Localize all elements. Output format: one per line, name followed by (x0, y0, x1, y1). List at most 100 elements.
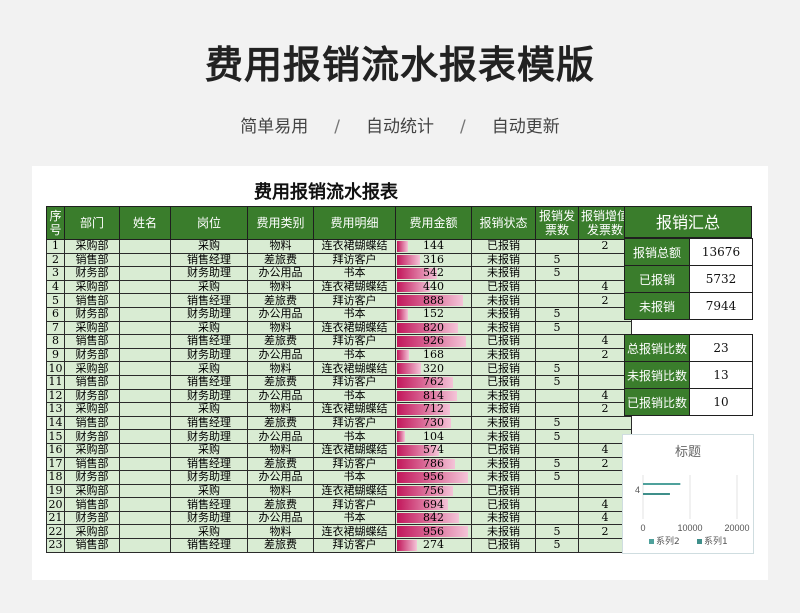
table-cell[interactable]: 11 (46, 374, 65, 390)
column-header[interactable]: 费用类别 (247, 206, 314, 240)
table-cell[interactable]: 采购 (170, 320, 248, 336)
table-cell[interactable]: 办公用品 (247, 266, 314, 281)
table-cell[interactable] (119, 306, 171, 322)
table-cell[interactable]: 5 (535, 524, 579, 540)
column-header[interactable]: 费用明细 (313, 206, 396, 240)
table-cell[interactable]: 19 (46, 483, 65, 499)
table-cell[interactable]: 拜访客户 (313, 497, 396, 512)
column-header[interactable]: 费用金额 (395, 206, 472, 240)
table-cell[interactable]: 财务部 (64, 347, 120, 363)
table-cell[interactable]: 物料 (247, 320, 314, 336)
table-cell[interactable]: 已报销 (471, 442, 536, 458)
table-cell[interactable]: 18 (46, 470, 65, 485)
table-cell[interactable]: 采购 (170, 442, 248, 458)
table-cell[interactable]: 已报销 (471, 483, 536, 499)
table-cell[interactable] (119, 374, 171, 390)
summary-value[interactable]: 7944 (689, 292, 753, 320)
table-cell[interactable]: 9 (46, 347, 65, 363)
table-cell[interactable]: 3 (46, 266, 65, 281)
table-cell[interactable]: 5 (535, 470, 579, 485)
table-cell[interactable] (119, 456, 171, 472)
table-cell[interactable]: 物料 (247, 361, 314, 376)
column-header[interactable]: 报销发票数 (535, 206, 579, 240)
table-cell[interactable] (119, 538, 171, 553)
table-cell[interactable]: 物料 (247, 483, 314, 499)
table-cell[interactable]: 16 (46, 442, 65, 458)
table-cell[interactable]: 14 (46, 415, 65, 431)
table-cell[interactable] (119, 429, 171, 444)
column-header[interactable]: 部门 (64, 206, 120, 240)
table-cell[interactable]: 未报销 (471, 524, 536, 540)
table-cell[interactable] (119, 266, 171, 281)
table-cell[interactable]: 23 (46, 538, 65, 553)
table-cell[interactable]: 销售部 (64, 456, 120, 472)
table-cell[interactable]: 采购部 (64, 483, 120, 499)
table-cell[interactable]: 5 (535, 266, 579, 281)
table-cell[interactable]: 17 (46, 456, 65, 472)
table-cell[interactable]: 销售部 (64, 252, 120, 268)
table-cell[interactable]: 未报销 (471, 347, 536, 363)
table-cell[interactable]: 销售经理 (170, 538, 248, 553)
table-cell[interactable]: 采购 (170, 402, 248, 417)
table-cell[interactable]: 5 (535, 429, 579, 444)
table-cell[interactable]: 连衣裙蝴蝶结 (313, 524, 396, 540)
table-cell[interactable]: 5 (535, 252, 579, 268)
table-cell[interactable]: 已报销 (471, 279, 536, 295)
table-cell[interactable]: 22 (46, 524, 65, 540)
table-cell[interactable]: 连衣裙蝴蝶结 (313, 279, 396, 295)
summary-chart[interactable]: 标题 0 10000 20000 4 系列2 系列1 (622, 434, 754, 554)
table-cell[interactable]: 未报销 (471, 456, 536, 472)
table-cell[interactable]: 5 (535, 361, 579, 376)
table-cell[interactable]: 4 (46, 279, 65, 295)
table-cell[interactable]: 未报销 (471, 402, 536, 417)
table-cell[interactable] (119, 510, 171, 526)
table-cell[interactable]: 办公用品 (247, 388, 314, 404)
column-header[interactable]: 报销状态 (471, 206, 536, 240)
table-cell[interactable]: 物料 (247, 239, 314, 254)
table-cell[interactable]: 财务助理 (170, 510, 248, 526)
table-cell[interactable]: 542 (395, 266, 472, 281)
table-cell[interactable]: 未报销 (471, 470, 536, 485)
table-cell[interactable]: 5 (535, 320, 579, 336)
table-cell[interactable] (119, 361, 171, 376)
chart-bar[interactable] (643, 483, 681, 485)
table-cell[interactable]: 财务助理 (170, 470, 248, 485)
table-cell[interactable]: 物料 (247, 524, 314, 540)
table-cell[interactable] (119, 252, 171, 268)
table-cell[interactable]: 未报销 (471, 388, 536, 404)
table-cell[interactable]: 5 (535, 415, 579, 431)
table-cell[interactable]: 财务部 (64, 266, 120, 281)
table-cell[interactable]: 5 (535, 374, 579, 390)
table-cell[interactable]: 926 (395, 334, 472, 349)
table-cell[interactable]: 1 (46, 239, 65, 254)
table-cell[interactable]: 连衣裙蝴蝶结 (313, 402, 396, 417)
table-cell[interactable]: 未报销 (471, 320, 536, 336)
table-cell[interactable]: 5 (535, 306, 579, 322)
table-cell[interactable]: 采购 (170, 239, 248, 254)
table-cell[interactable]: 5 (535, 538, 579, 553)
table-cell[interactable]: 6 (46, 306, 65, 322)
table-cell[interactable] (119, 279, 171, 295)
table-cell[interactable]: 7 (46, 320, 65, 336)
table-cell[interactable]: 办公用品 (247, 347, 314, 363)
table-cell[interactable]: 888 (395, 293, 472, 308)
table-cell[interactable] (578, 415, 632, 431)
table-cell[interactable]: 956 (395, 470, 472, 485)
table-cell[interactable]: 694 (395, 497, 472, 512)
table-cell[interactable]: 差旅费 (247, 293, 314, 308)
table-cell[interactable]: 拜访客户 (313, 374, 396, 390)
table-cell[interactable]: 144 (395, 239, 472, 254)
table-cell[interactable]: 物料 (247, 402, 314, 417)
table-cell[interactable]: 办公用品 (247, 510, 314, 526)
table-cell[interactable]: 152 (395, 306, 472, 322)
table-cell[interactable]: 13 (46, 402, 65, 417)
table-cell[interactable]: 未报销 (471, 510, 536, 526)
table-cell[interactable] (535, 402, 579, 417)
table-cell[interactable] (119, 483, 171, 499)
table-cell[interactable]: 已报销 (471, 538, 536, 553)
table-cell[interactable]: 书本 (313, 388, 396, 404)
table-cell[interactable]: 956 (395, 524, 472, 540)
table-cell[interactable]: 财务部 (64, 429, 120, 444)
table-cell[interactable] (119, 442, 171, 458)
table-cell[interactable]: 168 (395, 347, 472, 363)
